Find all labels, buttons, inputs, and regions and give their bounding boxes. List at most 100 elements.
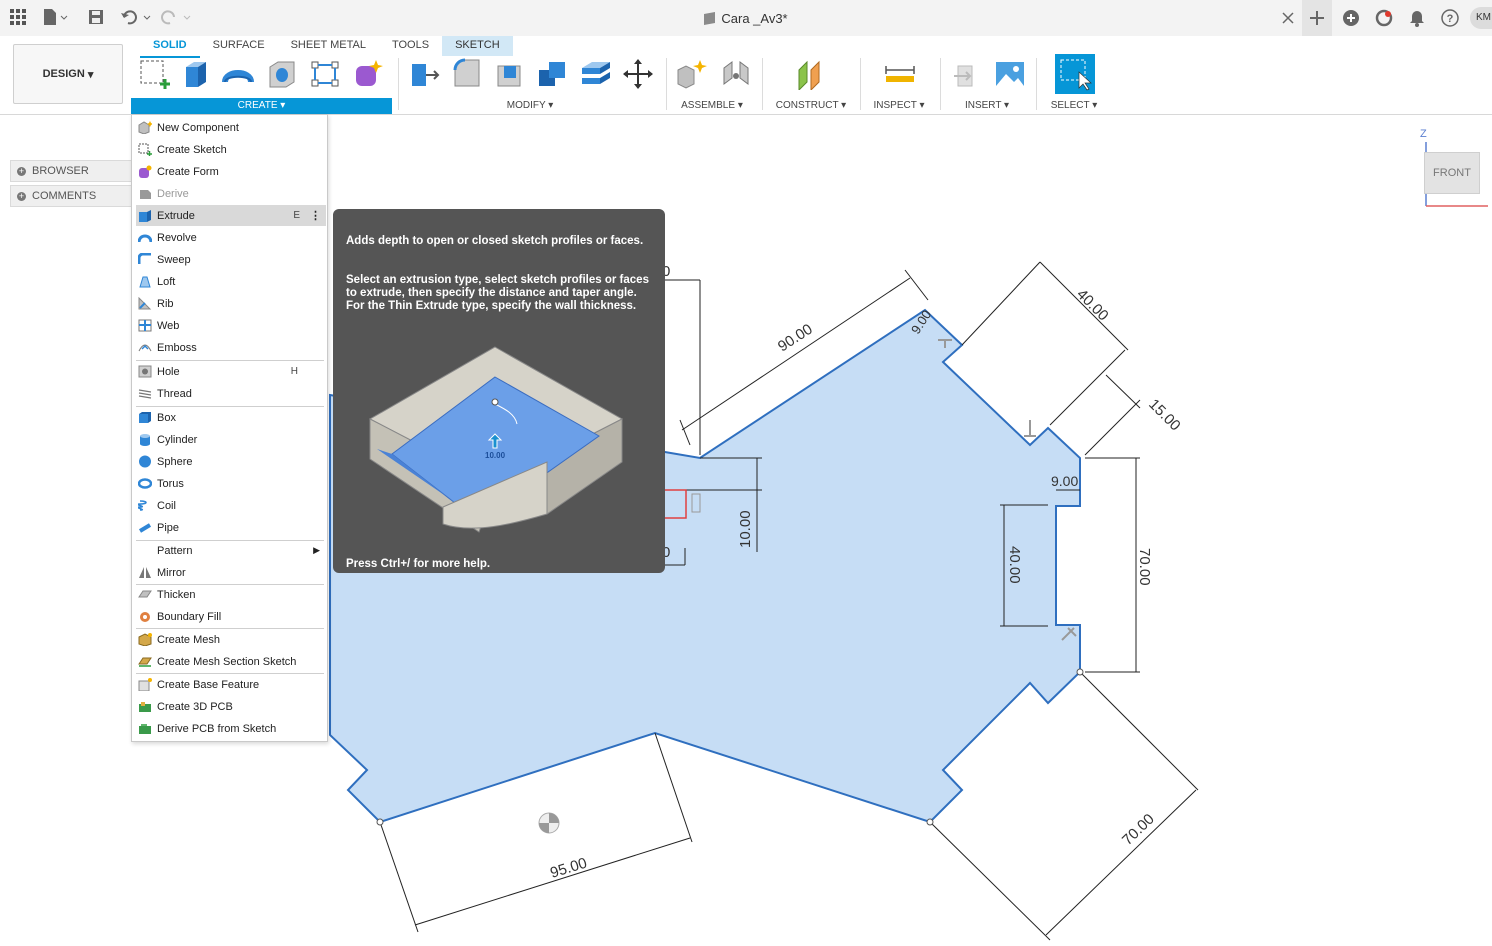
combine-tool-icon[interactable]	[537, 58, 569, 90]
tab-sketch[interactable]: SKETCH	[442, 36, 513, 56]
extrude-tool-icon[interactable]	[180, 58, 212, 90]
dim-label[interactable]: 90.00	[775, 321, 816, 356]
sphere-icon	[138, 455, 152, 468]
new-component-icon	[138, 121, 153, 135]
submenu-arrow-icon: ▶	[313, 545, 320, 555]
menu-item-create-sketch[interactable]: Create Sketch	[136, 139, 324, 160]
assemble-group-label[interactable]: ASSEMBLE ▾	[672, 98, 752, 114]
notifications-icon[interactable]	[1408, 9, 1426, 27]
dim-label[interactable]: 40.00	[1006, 546, 1023, 584]
create-form-tool-icon[interactable]	[352, 58, 384, 90]
save-icon[interactable]	[88, 9, 104, 25]
menu-item-create-mesh-section-sketch[interactable]: Create Mesh Section Sketch	[136, 651, 324, 672]
menu-item-thicken[interactable]: Thicken	[136, 584, 324, 605]
menu-item-coil[interactable]: Coil	[136, 495, 324, 516]
menu-item-pattern[interactable]: Pattern ▶	[136, 540, 324, 561]
menu-item-thread[interactable]: Thread	[136, 383, 324, 404]
offset-plane-tool-icon[interactable]	[795, 58, 827, 90]
create-group-label[interactable]: CREATE ▾	[131, 98, 392, 114]
hole-tool-icon[interactable]	[266, 58, 298, 90]
redo-icon[interactable]	[160, 8, 192, 26]
insert-derive-tool-icon[interactable]	[952, 58, 984, 90]
menu-item-torus[interactable]: Torus	[136, 473, 324, 494]
select-tool-icon[interactable]	[1055, 54, 1095, 94]
document-title: Cara _Av3*	[0, 0, 1492, 36]
viewcube[interactable]: FRONT	[1424, 152, 1480, 194]
origin-icon[interactable]	[538, 812, 560, 834]
menu-item-cylinder[interactable]: Cylinder	[136, 429, 324, 450]
cylinder-icon	[138, 433, 152, 446]
comments-panel[interactable]: + COMMENTS	[10, 185, 132, 207]
construct-group-label[interactable]: CONSTRUCT ▾	[768, 98, 854, 114]
menu-item-mirror[interactable]: Mirror	[136, 562, 324, 583]
new-tab-button[interactable]	[1302, 0, 1332, 36]
select-group-label[interactable]: SELECT ▾	[1042, 98, 1106, 114]
fillet-tool-icon[interactable]	[451, 58, 483, 90]
menu-item-rib[interactable]: Rib	[136, 293, 324, 314]
create-sketch-icon	[138, 143, 152, 156]
help-icon[interactable]: ?	[1441, 9, 1459, 27]
box-icon	[138, 411, 152, 424]
menu-item-derive: Derive	[136, 183, 324, 204]
modify-group-label[interactable]: MODIFY ▾	[470, 98, 590, 114]
dim-label[interactable]: 9.00	[1051, 473, 1078, 489]
close-tab-icon[interactable]	[1282, 12, 1294, 24]
insert-group-label[interactable]: INSERT ▾	[950, 98, 1024, 114]
browser-panel[interactable]: + BROWSER	[10, 160, 132, 182]
dim-label[interactable]: 70.00	[1136, 548, 1153, 586]
derive-pcb-icon	[138, 722, 152, 735]
torus-icon	[137, 477, 153, 490]
menu-item-boundary-fill[interactable]: Boundary Fill	[136, 606, 324, 627]
revolve-tool-icon[interactable]	[222, 58, 254, 90]
menu-item-sphere[interactable]: Sphere	[136, 451, 324, 472]
menu-item-derive-pcb-from-sketch[interactable]: Derive PCB from Sketch	[136, 718, 324, 739]
emboss-icon	[138, 341, 152, 354]
menu-item-create-form[interactable]: Create Form	[136, 161, 324, 182]
create-mesh-icon	[138, 633, 152, 647]
job-status-icon[interactable]	[1375, 9, 1393, 27]
menu-item-web[interactable]: Web	[136, 315, 324, 336]
more-options-icon[interactable]: ⋮	[310, 209, 321, 222]
press-pull-tool-icon[interactable]	[408, 58, 440, 90]
pattern-tool-icon[interactable]	[310, 58, 342, 90]
menu-item-sweep[interactable]: Sweep	[136, 249, 324, 270]
menu-item-revolve[interactable]: Revolve	[136, 227, 324, 248]
menu-item-emboss[interactable]: Emboss	[136, 337, 324, 358]
file-icon[interactable]	[42, 8, 70, 26]
dim-label[interactable]: 70.00	[1119, 811, 1158, 849]
extensions-icon[interactable]	[1342, 9, 1360, 27]
move-copy-tool-icon[interactable]	[622, 58, 654, 90]
dim-label[interactable]: 15.00	[1145, 396, 1184, 435]
menu-item-loft[interactable]: Loft	[136, 271, 324, 292]
menu-item-create-3d-pcb[interactable]: Create 3D PCB	[136, 696, 324, 717]
menu-item-box[interactable]: Box	[136, 407, 324, 428]
menu-item-pipe[interactable]: Pipe	[136, 517, 324, 538]
apps-grid-icon[interactable]	[10, 9, 26, 25]
menu-item-hole[interactable]: Hole H	[136, 361, 324, 382]
measure-tool-icon[interactable]	[884, 58, 916, 90]
menu-item-create-mesh[interactable]: Create Mesh	[136, 629, 324, 650]
toolbar-separator	[1036, 58, 1037, 110]
menu-item-extrude[interactable]: Extrude E ⋮	[136, 205, 326, 226]
undo-icon[interactable]	[120, 8, 152, 26]
inspect-group-label[interactable]: INSPECT ▾	[866, 98, 932, 114]
dim-label[interactable]: 10.00	[737, 510, 754, 548]
hole-icon	[138, 365, 152, 378]
workspace-switcher[interactable]: DESIGN ▾	[13, 44, 123, 104]
tab-solid[interactable]: SOLID	[140, 36, 200, 58]
create-sketch-tool-icon[interactable]	[138, 58, 170, 90]
split-body-tool-icon[interactable]	[580, 58, 612, 90]
dim-label[interactable]: 40.00	[1073, 286, 1112, 325]
tab-surface[interactable]: SURFACE	[200, 36, 278, 56]
tab-tools[interactable]: TOOLS	[379, 36, 442, 56]
menu-item-create-base-feature[interactable]: Create Base Feature	[136, 674, 324, 695]
menu-item-new-component[interactable]: New Component	[136, 117, 324, 138]
user-avatar[interactable]: KM	[1470, 7, 1492, 29]
shell-tool-icon[interactable]	[494, 58, 526, 90]
joint-tool-icon[interactable]	[720, 58, 752, 90]
insert-canvas-tool-icon[interactable]	[994, 58, 1026, 90]
dim-label[interactable]: 95.00	[548, 855, 589, 882]
web-icon	[138, 319, 152, 332]
tab-sheet-metal[interactable]: SHEET METAL	[278, 36, 379, 56]
new-component-tool-icon[interactable]	[676, 58, 708, 90]
